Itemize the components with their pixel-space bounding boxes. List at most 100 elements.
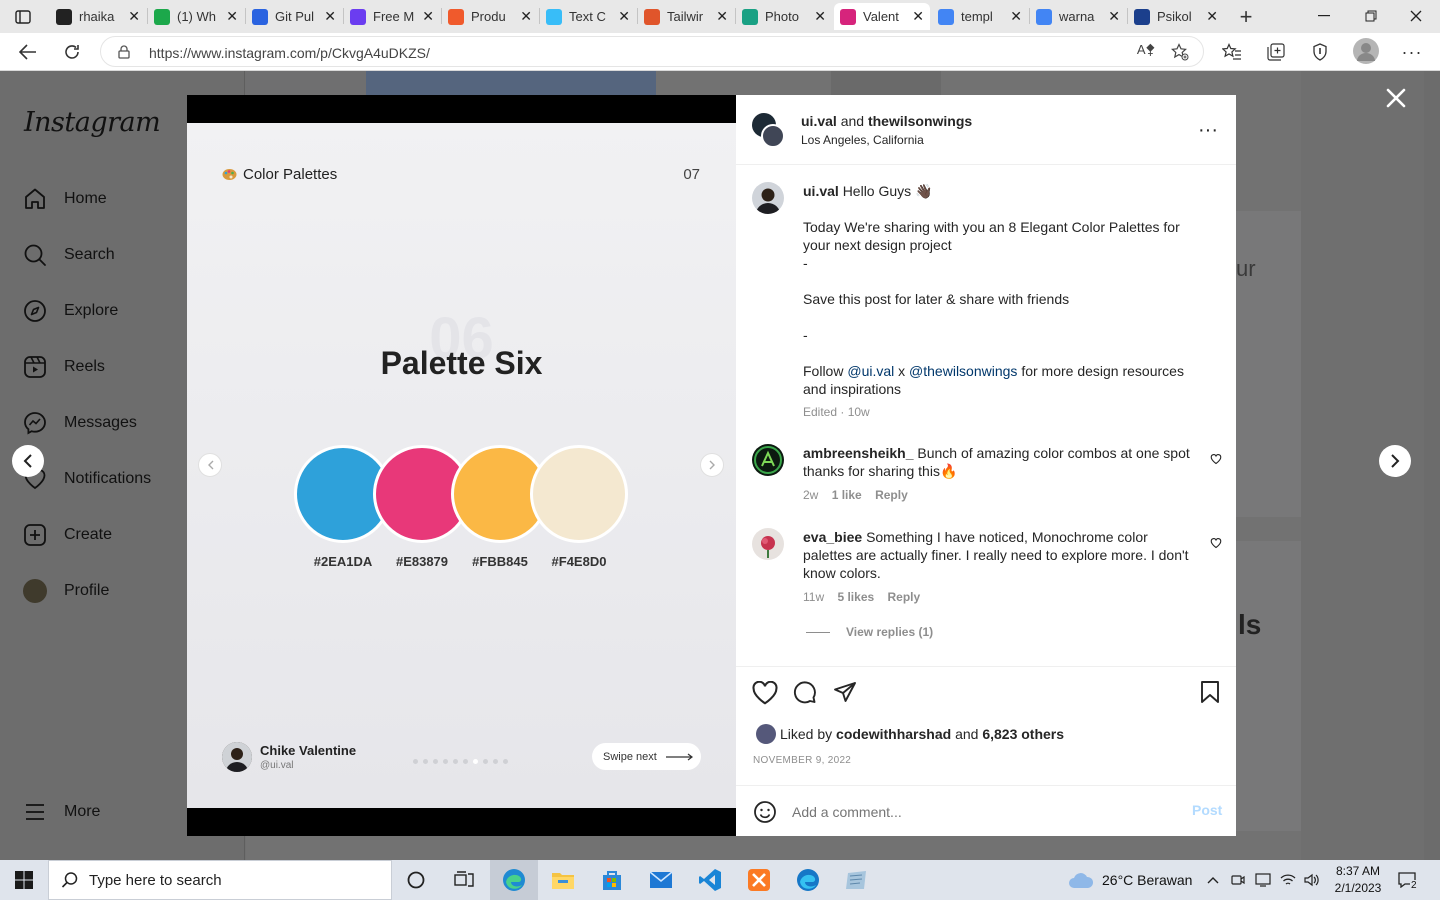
close-tab-icon[interactable]: ✕ (1108, 8, 1120, 25)
sidebar-item-home[interactable]: Home (22, 184, 107, 214)
sidebar-item-search[interactable]: Search (22, 240, 115, 270)
read-aloud-icon[interactable]: A⯞ (1135, 42, 1157, 62)
more-options-icon[interactable]: ··· (1198, 119, 1218, 142)
close-tab-icon[interactable]: ✕ (716, 8, 728, 25)
mention-link[interactable]: @thewilsonwings (909, 363, 1017, 379)
minimize-button[interactable] (1308, 4, 1340, 28)
browser-tab[interactable]: templ ✕ (932, 3, 1028, 30)
username-link[interactable]: ambreensheikh_ (803, 445, 914, 461)
slide-next-button[interactable] (700, 453, 724, 477)
sidebar-item-reels[interactable]: Reels (22, 352, 105, 382)
location-link[interactable]: Los Angeles, California (801, 133, 924, 147)
refresh-icon[interactable] (60, 40, 84, 64)
browser-essentials-icon[interactable] (1308, 40, 1332, 64)
likes-count-link[interactable]: 6,823 others (982, 726, 1064, 742)
meet-now-icon[interactable] (1231, 860, 1247, 900)
xampp-icon[interactable] (735, 860, 783, 900)
vscode-icon[interactable] (686, 860, 734, 900)
like-comment-icon[interactable] (1210, 537, 1222, 549)
close-tab-icon[interactable]: ✕ (128, 8, 140, 25)
add-favorite-icon[interactable] (1169, 42, 1191, 62)
close-tab-icon[interactable]: ✕ (520, 8, 532, 25)
weather-widget[interactable]: 26°C Berawan (1068, 860, 1192, 900)
avatar[interactable] (752, 444, 784, 476)
like-comment-icon[interactable] (1210, 453, 1222, 465)
edge-dev-icon[interactable] (784, 860, 832, 900)
username-link[interactable]: codewithharshad (836, 726, 951, 742)
chevron-up-icon[interactable] (1207, 860, 1223, 900)
close-tab-icon[interactable]: ✕ (814, 8, 826, 25)
sidebar-item-create[interactable]: Create (22, 520, 112, 550)
clock[interactable]: 8:37 AM 2/1/2023 (1328, 863, 1388, 897)
close-tab-icon[interactable]: ✕ (422, 8, 434, 25)
lock-icon[interactable] (117, 44, 131, 60)
close-tab-icon[interactable]: ✕ (226, 8, 238, 25)
collections-icon[interactable] (1264, 40, 1288, 64)
close-tab-icon[interactable]: ✕ (912, 8, 924, 25)
like-icon[interactable] (752, 681, 778, 705)
volume-icon[interactable] (1304, 860, 1322, 900)
comment-likes[interactable]: 5 likes (837, 590, 874, 604)
next-post-button[interactable] (1379, 445, 1411, 477)
comment-likes[interactable]: 1 like (832, 488, 862, 502)
restore-button[interactable] (1355, 4, 1387, 28)
close-window-button[interactable] (1400, 4, 1432, 28)
settings-more-icon[interactable]: ··· (1400, 40, 1424, 64)
username-link[interactable]: ui.val (801, 113, 837, 129)
view-replies-link[interactable]: View replies (1) (846, 625, 933, 639)
back-icon[interactable] (16, 40, 40, 64)
browser-tab[interactable]: Psikol ✕ (1128, 3, 1224, 30)
browser-tab[interactable]: (1) Wh ✕ (148, 3, 244, 30)
avatar[interactable] (752, 528, 784, 560)
emoji-icon[interactable] (753, 800, 777, 824)
browser-tab[interactable]: Tailwir ✕ (638, 3, 734, 30)
favorites-icon[interactable] (1220, 40, 1244, 64)
previous-post-button[interactable] (12, 445, 44, 477)
browser-tab[interactable]: rhaika ✕ (50, 3, 146, 30)
comment-input[interactable] (792, 800, 1162, 824)
close-tab-icon[interactable]: ✕ (324, 8, 336, 25)
notes-app-icon[interactable] (833, 860, 881, 900)
username-link[interactable]: thewilsonwings (868, 113, 972, 129)
sidebar-item-profile[interactable]: Profile (22, 576, 109, 606)
username-link[interactable]: eva_biee (803, 529, 862, 545)
taskbar-search[interactable]: Type here to search (48, 860, 392, 900)
post-comment-button[interactable]: Post (1192, 802, 1222, 818)
close-icon[interactable] (1384, 86, 1408, 110)
new-tab-button[interactable]: + (1234, 4, 1258, 29)
comment-icon[interactable] (793, 680, 817, 704)
tab-actions-icon[interactable] (12, 6, 34, 28)
avatar[interactable] (752, 182, 784, 214)
cortana-icon[interactable] (392, 860, 440, 900)
reply-button[interactable]: Reply (875, 488, 908, 502)
start-button[interactable] (0, 860, 48, 900)
avatar[interactable] (756, 724, 776, 744)
file-explorer-icon[interactable] (539, 860, 587, 900)
edge-taskbar-icon[interactable] (490, 860, 538, 900)
task-view-icon[interactable] (440, 860, 488, 900)
sidebar-item-messages[interactable]: Messages (22, 408, 137, 438)
notification-center-icon[interactable]: 2 (1398, 860, 1422, 900)
swipe-next-button[interactable]: Swipe next (592, 743, 701, 770)
wifi-icon[interactable] (1280, 860, 1298, 900)
screen-icon[interactable] (1255, 860, 1273, 900)
browser-tab[interactable]: Git Pul ✕ (246, 3, 342, 30)
bookmark-icon[interactable] (1199, 680, 1221, 704)
browser-tab[interactable]: Valent ✕ (834, 3, 930, 30)
browser-tab[interactable]: Photo ✕ (736, 3, 832, 30)
mail-icon[interactable] (637, 860, 685, 900)
microsoft-store-icon[interactable] (588, 860, 636, 900)
browser-tab[interactable]: Text C ✕ (540, 3, 636, 30)
share-icon[interactable] (833, 680, 857, 704)
browser-tab[interactable]: Produ ✕ (442, 3, 538, 30)
mention-link[interactable]: @ui.val (847, 363, 894, 379)
profile-avatar-icon[interactable] (1353, 38, 1379, 64)
close-tab-icon[interactable]: ✕ (1010, 8, 1022, 25)
avatar[interactable] (761, 124, 785, 148)
instagram-logo[interactable]: Instagram (24, 107, 161, 138)
reply-button[interactable]: Reply (888, 590, 921, 604)
sidebar-item-more[interactable]: More (22, 797, 100, 827)
close-tab-icon[interactable]: ✕ (618, 8, 630, 25)
close-tab-icon[interactable]: ✕ (1206, 8, 1218, 25)
username-link[interactable]: ui.val (803, 183, 839, 199)
